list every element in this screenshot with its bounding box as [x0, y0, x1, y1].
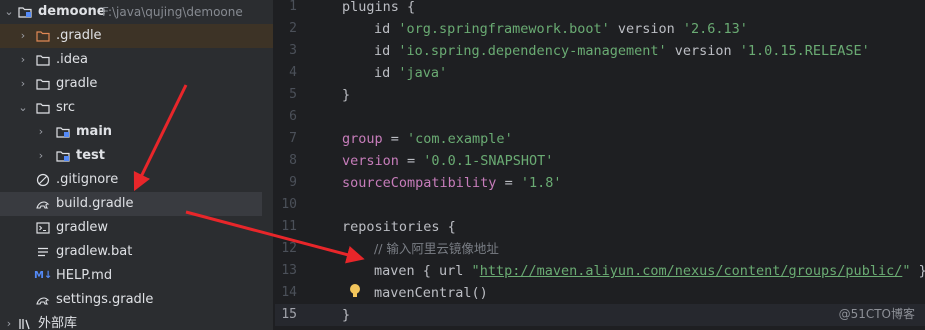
annotation-arrows: [133, 84, 365, 264]
arrow-to-build-gradle: [133, 84, 188, 192]
arrow-to-maven-line: [185, 210, 365, 264]
